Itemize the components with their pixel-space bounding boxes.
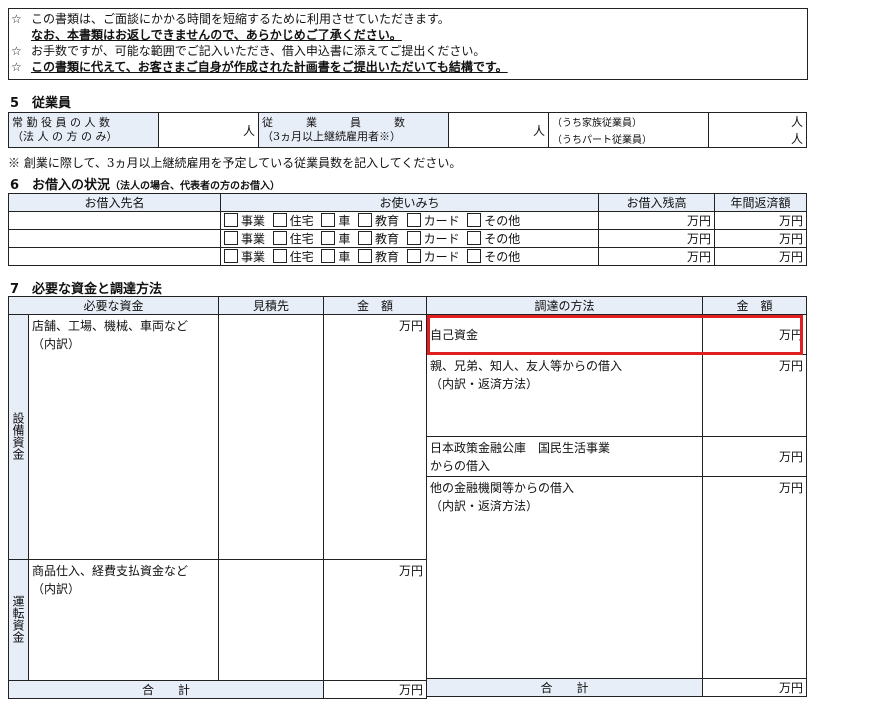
- checkbox-card[interactable]: [406, 231, 421, 245]
- lender-field[interactable]: [8, 229, 221, 248]
- checkbox-housing[interactable]: [272, 231, 287, 245]
- operating-quote-field[interactable]: [218, 559, 325, 681]
- lender-field[interactable]: [8, 247, 221, 266]
- needed-total-field[interactable]: 万円: [323, 680, 428, 699]
- checkbox-card[interactable]: [406, 249, 421, 263]
- purpose-options: 事業 住宅 車 教育 カード その他: [220, 229, 599, 248]
- checkbox-education[interactable]: [357, 231, 372, 245]
- needed-funds-table: 必要な資金 見積先 金 額 設備資金 店舗、工場、機械、車両など （内訳） 万円…: [7, 296, 428, 699]
- notice-text: この書類に代えて、お客さまご自身が作成された計画書をご提出いただいても結構です。: [31, 60, 508, 74]
- officers-label: 常 勤 役 員 の 人 数 （法 人 の 方 の み）: [8, 112, 159, 148]
- checkbox-education[interactable]: [357, 249, 372, 263]
- checkbox-card[interactable]: [406, 213, 421, 227]
- family-loan-amount-field[interactable]: 万円: [702, 354, 807, 437]
- section5-heading: 5 従業員: [10, 96, 72, 111]
- jfc-loan-amount-field[interactable]: 万円: [702, 436, 807, 477]
- checkbox-housing[interactable]: [272, 213, 287, 227]
- part-employees-field[interactable]: 人: [708, 130, 807, 148]
- col-balance-header: お借入残高: [598, 193, 715, 212]
- checkbox-other[interactable]: [467, 231, 482, 245]
- section6-heading: 6 お借入の状況（法人の場合、代表者の方のお借入）: [10, 178, 281, 193]
- col-lender-header: お借入先名: [8, 193, 221, 212]
- annual-repayment-field[interactable]: 万円: [714, 229, 807, 248]
- checkbox-car[interactable]: [321, 231, 336, 245]
- lender-field[interactable]: [8, 211, 221, 230]
- needed-total-label: 合 計: [7, 680, 325, 699]
- col-annual-header: 年間返済額: [714, 193, 807, 212]
- funding-total-label: 合 計: [426, 678, 703, 697]
- employees-count-field[interactable]: 人: [448, 112, 549, 148]
- funding-total-field[interactable]: 万円: [702, 678, 807, 697]
- annual-repayment-field[interactable]: 万円: [714, 247, 807, 266]
- equipment-funds-label: 設備資金: [8, 314, 29, 560]
- col-amount-header: 金 額: [323, 296, 428, 315]
- family-loan-detail[interactable]: 親、兄弟、知人、友人等からの借入 （内訳・返済方法）: [426, 354, 703, 437]
- balance-field[interactable]: 万円: [598, 211, 715, 230]
- employees-table: 常 勤 役 員 の 人 数 （法 人 の 方 の み） 人 従 業 員 数 （3…: [8, 112, 807, 148]
- checkbox-business[interactable]: [224, 231, 238, 245]
- checkbox-car[interactable]: [321, 249, 336, 263]
- jfc-loan-label: 日本政策金融公庫 国民生活事業 からの借入: [426, 436, 703, 477]
- table-row: 事業 住宅 車 教育 カード その他 万円 万円: [8, 211, 807, 230]
- operating-funds-label: 運転資金: [8, 559, 29, 681]
- family-employees-label: （うち家族従業員）: [548, 112, 709, 130]
- officers-count-field[interactable]: 人: [158, 112, 259, 148]
- employees-label: 従 業 員 数 （3ヵ月以上継続雇用者※）: [258, 112, 449, 148]
- purpose-options: 事業 住宅 車 教育 カード その他: [220, 247, 599, 266]
- col-quote-header: 見積先: [218, 296, 325, 315]
- notice-text: この書類は、ご面談にかかる時間を短縮するために利用させていただきます。: [31, 12, 450, 26]
- checkbox-education[interactable]: [357, 213, 372, 227]
- self-funds-highlight: [427, 315, 803, 355]
- funding-methods-table: 調達の方法 金 額 自己資金 万円 親、兄弟、知人、友人等からの借入 （内訳・返…: [426, 296, 807, 697]
- star-icon: ☆: [11, 44, 22, 58]
- col-purpose-header: お使いみち: [220, 193, 599, 212]
- col-method-header: 調達の方法: [426, 296, 703, 315]
- balance-field[interactable]: 万円: [598, 229, 715, 248]
- checkbox-other[interactable]: [467, 249, 482, 263]
- star-icon: ☆: [11, 60, 22, 74]
- col-need-header: 必要な資金: [7, 296, 220, 315]
- equipment-funds-detail[interactable]: 店舗、工場、機械、車両など （内訳）: [27, 314, 220, 560]
- star-icon: ☆: [11, 12, 22, 26]
- operating-amount-field[interactable]: 万円: [323, 559, 428, 681]
- part-employees-label: （うちパート従業員）: [548, 130, 709, 148]
- checkbox-car[interactable]: [321, 213, 336, 227]
- other-loan-amount-field[interactable]: 万円: [702, 476, 807, 679]
- balance-field[interactable]: 万円: [598, 247, 715, 266]
- checkbox-business[interactable]: [224, 249, 238, 263]
- family-employees-field[interactable]: 人: [708, 112, 807, 130]
- checkbox-business[interactable]: [224, 213, 238, 227]
- notice-text: お手数ですが、可能な範囲でご記入いただき、借入申込書に添えてご提出ください。: [31, 44, 486, 58]
- purpose-options: 事業 住宅 車 教育 カード その他: [220, 211, 599, 230]
- checkbox-housing[interactable]: [272, 249, 287, 263]
- col-amount2-header: 金 額: [702, 296, 807, 315]
- equipment-amount-field[interactable]: 万円: [323, 314, 428, 560]
- table-row: 事業 住宅 車 教育 カード その他 万円 万円: [8, 247, 807, 266]
- section7-heading: 7 必要な資金と調達方法: [10, 282, 163, 297]
- employees-note: ※ 創業に際して、3ヵ月以上継続雇用を予定している従業員数を記入してください。: [8, 156, 462, 170]
- borrowings-table: お借入先名 お使いみち お借入残高 年間返済額 事業 住宅 車 教育 カード そ…: [8, 193, 807, 266]
- equipment-quote-field[interactable]: [218, 314, 325, 560]
- other-loan-detail[interactable]: 他の金融機関等からの借入 （内訳・返済方法）: [426, 476, 703, 679]
- table-row: 事業 住宅 車 教育 カード その他 万円 万円: [8, 229, 807, 248]
- annual-repayment-field[interactable]: 万円: [714, 211, 807, 230]
- operating-funds-detail[interactable]: 商品仕入、経費支払資金など （内訳）: [27, 559, 220, 681]
- notice-text: なお、本書類はお返しできませんので、あらかじめご了承ください。: [31, 28, 402, 42]
- notice-box: ☆ この書類は、ご面談にかかる時間を短縮するために利用させていただきます。 なお…: [8, 8, 808, 80]
- checkbox-other[interactable]: [467, 213, 482, 227]
